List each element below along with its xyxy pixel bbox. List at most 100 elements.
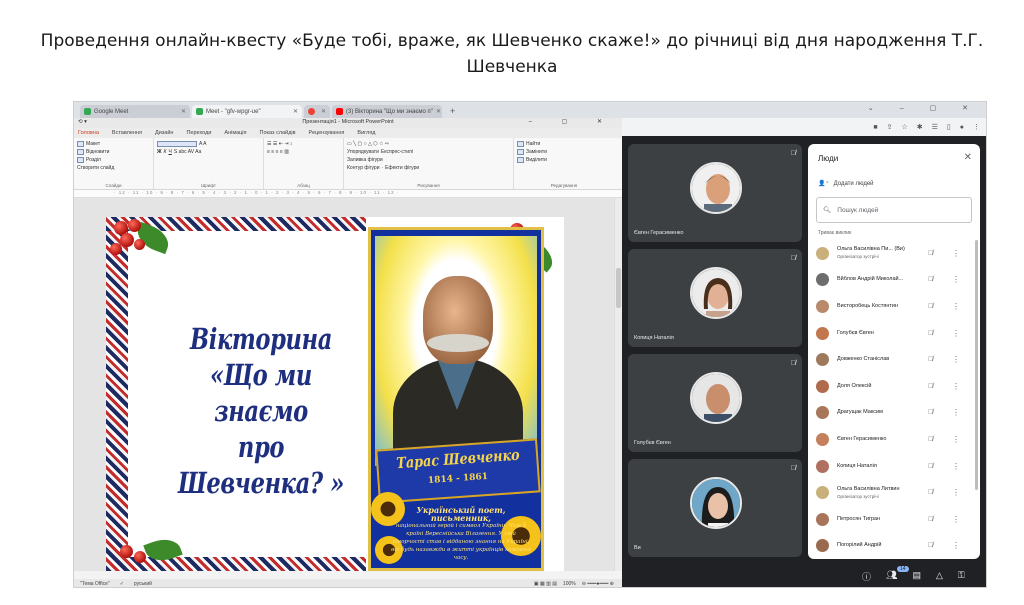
more-options-icon[interactable]: ⋮ [952, 515, 960, 524]
arrange-button[interactable]: Упорядкувати Експрес-стилі [347, 149, 510, 155]
zoom-level: 100% [562, 581, 576, 587]
menu-dots-icon[interactable]: ⋮ [973, 123, 980, 131]
shape-fill-button[interactable]: Заливка фігури [347, 157, 510, 163]
participant-row[interactable]: Ольга Василівна Пи... (Ви) Організатор зу… [808, 240, 980, 267]
participant-row[interactable]: Голубєв Євген 🎙̸ ⋮ [808, 320, 980, 347]
browser-tab-youtube[interactable]: (3) Вікторина "Що ми знаємо п" ✕ [332, 105, 442, 118]
close-icon[interactable]: ✕ [181, 108, 186, 115]
list-buttons[interactable]: ☰ ☰ ⇤ ⇥ ↕ [267, 141, 340, 147]
more-options-icon[interactable]: ⋮ [952, 408, 960, 417]
reading-list-icon[interactable]: ☰ [932, 123, 938, 131]
ribbon-group-slides: Макет Відновити Розділ Створити слайд Сл… [74, 138, 154, 189]
participant-row[interactable]: Євген Герасименко 🎙̸ ⋮ [808, 426, 980, 453]
more-options-icon[interactable]: ⋮ [952, 435, 960, 444]
participant-row[interactable]: Копиця Наталія 🎙̸ ⋮ [808, 453, 980, 480]
profile-icon[interactable]: ● [960, 124, 964, 131]
people-search-input[interactable]: 🔍︎ Пошук людей [816, 197, 972, 223]
browser-tab-google-meet[interactable]: Google Meet ✕ [80, 105, 190, 118]
extension-icon[interactable]: ✱ [917, 123, 923, 131]
host-controls-icon[interactable]: ⚿ [958, 570, 965, 583]
font-format-buttons[interactable]: Ж К Ч S abc AV Aa [157, 149, 260, 155]
share-icon[interactable]: ⇪ [887, 123, 893, 131]
star-icon[interactable]: ☆ [901, 123, 907, 131]
more-options-icon[interactable]: ⋮ [952, 541, 960, 550]
tab-label: Meet - "gfv-wpgr-ue" [206, 108, 261, 115]
screenshot-frame: Google Meet ✕ Meet - "gfv-wpgr-ue" ✕ ✕ (… [73, 101, 987, 588]
avatar [816, 459, 829, 473]
select-button[interactable]: Виділити [517, 157, 611, 163]
spellcheck-icon[interactable]: ✓ [120, 581, 124, 587]
ribbon-tab-view[interactable]: Вигляд [357, 130, 375, 136]
ribbon-group-paragraph: ☰ ☰ ⇤ ⇥ ↕ ≡ ≡ ≡ ≡ ▥ Абзац [264, 138, 344, 189]
chat-icon[interactable]: ▤ [912, 570, 921, 583]
close-icon[interactable]: ✕ [293, 108, 298, 115]
participant-row[interactable]: Ольга Василівна Литвин Організатор зустрі… [808, 479, 980, 506]
reset-button[interactable]: Відновити [77, 149, 150, 155]
participant-row[interactable]: Доля Олексій 🎙̸ ⋮ [808, 373, 980, 400]
panel-scrollbar[interactable] [975, 240, 978, 490]
sidebar-icon[interactable]: ▯ [947, 123, 951, 131]
window-controls[interactable]: ⌄ – ▢ ✕ [868, 104, 980, 112]
view-buttons[interactable]: ▣ ▦ ▥ ▤ [534, 581, 557, 587]
more-options-icon[interactable]: ⋮ [952, 249, 960, 258]
more-options-icon[interactable]: ⋮ [952, 462, 960, 471]
more-options-icon[interactable]: ⋮ [952, 355, 960, 364]
activities-icon[interactable]: △ [936, 570, 943, 583]
zoom-slider[interactable]: ⊖ ━━━●━━━ ⊕ [582, 581, 614, 587]
close-icon[interactable]: ✕ [436, 108, 441, 115]
mic-off-icon: 🎙̸ [928, 302, 934, 310]
participant-row[interactable]: Погорілий Андрій 🎙̸ ⋮ [808, 533, 980, 559]
people-icon[interactable]: 👥︎ [886, 570, 897, 583]
poster-caption: Український поет, письменник, національн… [391, 506, 531, 562]
more-options-icon[interactable]: ⋮ [952, 275, 960, 284]
more-options-icon[interactable]: ⋮ [952, 488, 960, 497]
vertical-scrollbar[interactable] [614, 198, 622, 571]
participant-row[interactable]: Петросян Тигран 🎙̸ ⋮ [808, 506, 980, 533]
zoom-controls[interactable]: ▣ ▦ ▥ ▤ 100% ⊖ ━━━●━━━ ⊕ [534, 581, 614, 587]
shapes-gallery[interactable]: ▭ ╲ ▢ ○ △ ⬡ ☆ ⇨ [347, 141, 510, 147]
slide-canvas: Вікторина «Що ми знаємо про Шевченка? » … [74, 198, 622, 571]
font-size-box[interactable]: A A [157, 141, 260, 147]
scrollbar-thumb[interactable] [616, 268, 621, 308]
slide[interactable]: Вікторина «Що ми знаємо про Шевченка? » … [106, 217, 564, 571]
replace-button[interactable]: Замінити [517, 149, 611, 155]
new-slide-button[interactable]: Створити слайд [77, 165, 150, 171]
camera-icon[interactable]: ■ [873, 124, 877, 131]
participant-row[interactable]: Вйблов Андрій Миколай... 🎙̸ ⋮ [808, 267, 980, 294]
ribbon-tab-insert[interactable]: Вставлення [112, 130, 142, 136]
heading-line: Вікторина [190, 322, 332, 356]
close-icon[interactable]: ✕ [321, 108, 326, 115]
participant-row[interactable]: Висторобець Костянтин 🎙̸ ⋮ [808, 293, 980, 320]
browser-tab-meet-call[interactable]: Meet - "gfv-wpgr-ue" ✕ [192, 105, 302, 118]
info-icon[interactable]: ⓘ [862, 570, 871, 583]
more-options-icon[interactable]: ⋮ [952, 302, 960, 311]
avatar [690, 267, 742, 319]
align-buttons[interactable]: ≡ ≡ ≡ ≡ ▥ [267, 149, 340, 155]
ribbon-tab-transitions[interactable]: Переходи [186, 130, 211, 136]
video-tile-self[interactable]: 🎙̸ Ви [628, 459, 802, 557]
ribbon-tab-slideshow[interactable]: Показ слайдів [260, 130, 296, 136]
close-icon[interactable]: ✕ [964, 152, 972, 163]
shape-outline-button[interactable]: Контур фігури · Ефекти фігури [347, 165, 510, 171]
section-button[interactable]: Розділ [77, 157, 150, 163]
ribbon-tab-home[interactable]: Головна [78, 130, 99, 136]
more-options-icon[interactable]: ⋮ [952, 382, 960, 391]
video-tile[interactable]: 🎙̸ Євген Герасименко [628, 144, 802, 242]
tab-label: Google Meet [94, 108, 129, 115]
ppt-window-controls[interactable]: – ▢ ✕ [529, 118, 616, 125]
layout-button[interactable]: Макет [77, 141, 150, 147]
new-tab-button[interactable]: + [444, 105, 461, 118]
video-tile[interactable]: 🎙̸ Голубєв Євген [628, 354, 802, 452]
ribbon-tab-design[interactable]: Дизайн [155, 130, 174, 136]
ribbon-tab-animation[interactable]: Анімація [224, 130, 246, 136]
heading-line: про Шевченка? » [178, 430, 344, 500]
find-button[interactable]: Найти [517, 141, 611, 147]
more-options-icon[interactable]: ⋮ [952, 329, 960, 338]
participant-name: Євген Герасименко [634, 230, 684, 236]
participant-row[interactable]: Драгущак Максим 🎙̸ ⋮ [808, 400, 980, 427]
add-people-button[interactable]: 👤⁺ Додати людей [818, 180, 874, 188]
video-tile[interactable]: 🎙̸ Копиця Наталія [628, 249, 802, 347]
ribbon-tab-review[interactable]: Рецензування [309, 130, 345, 136]
browser-tab-recording[interactable]: ✕ [304, 105, 330, 118]
participant-row[interactable]: Довженко Станіслав 🎙̸ ⋮ [808, 346, 980, 373]
